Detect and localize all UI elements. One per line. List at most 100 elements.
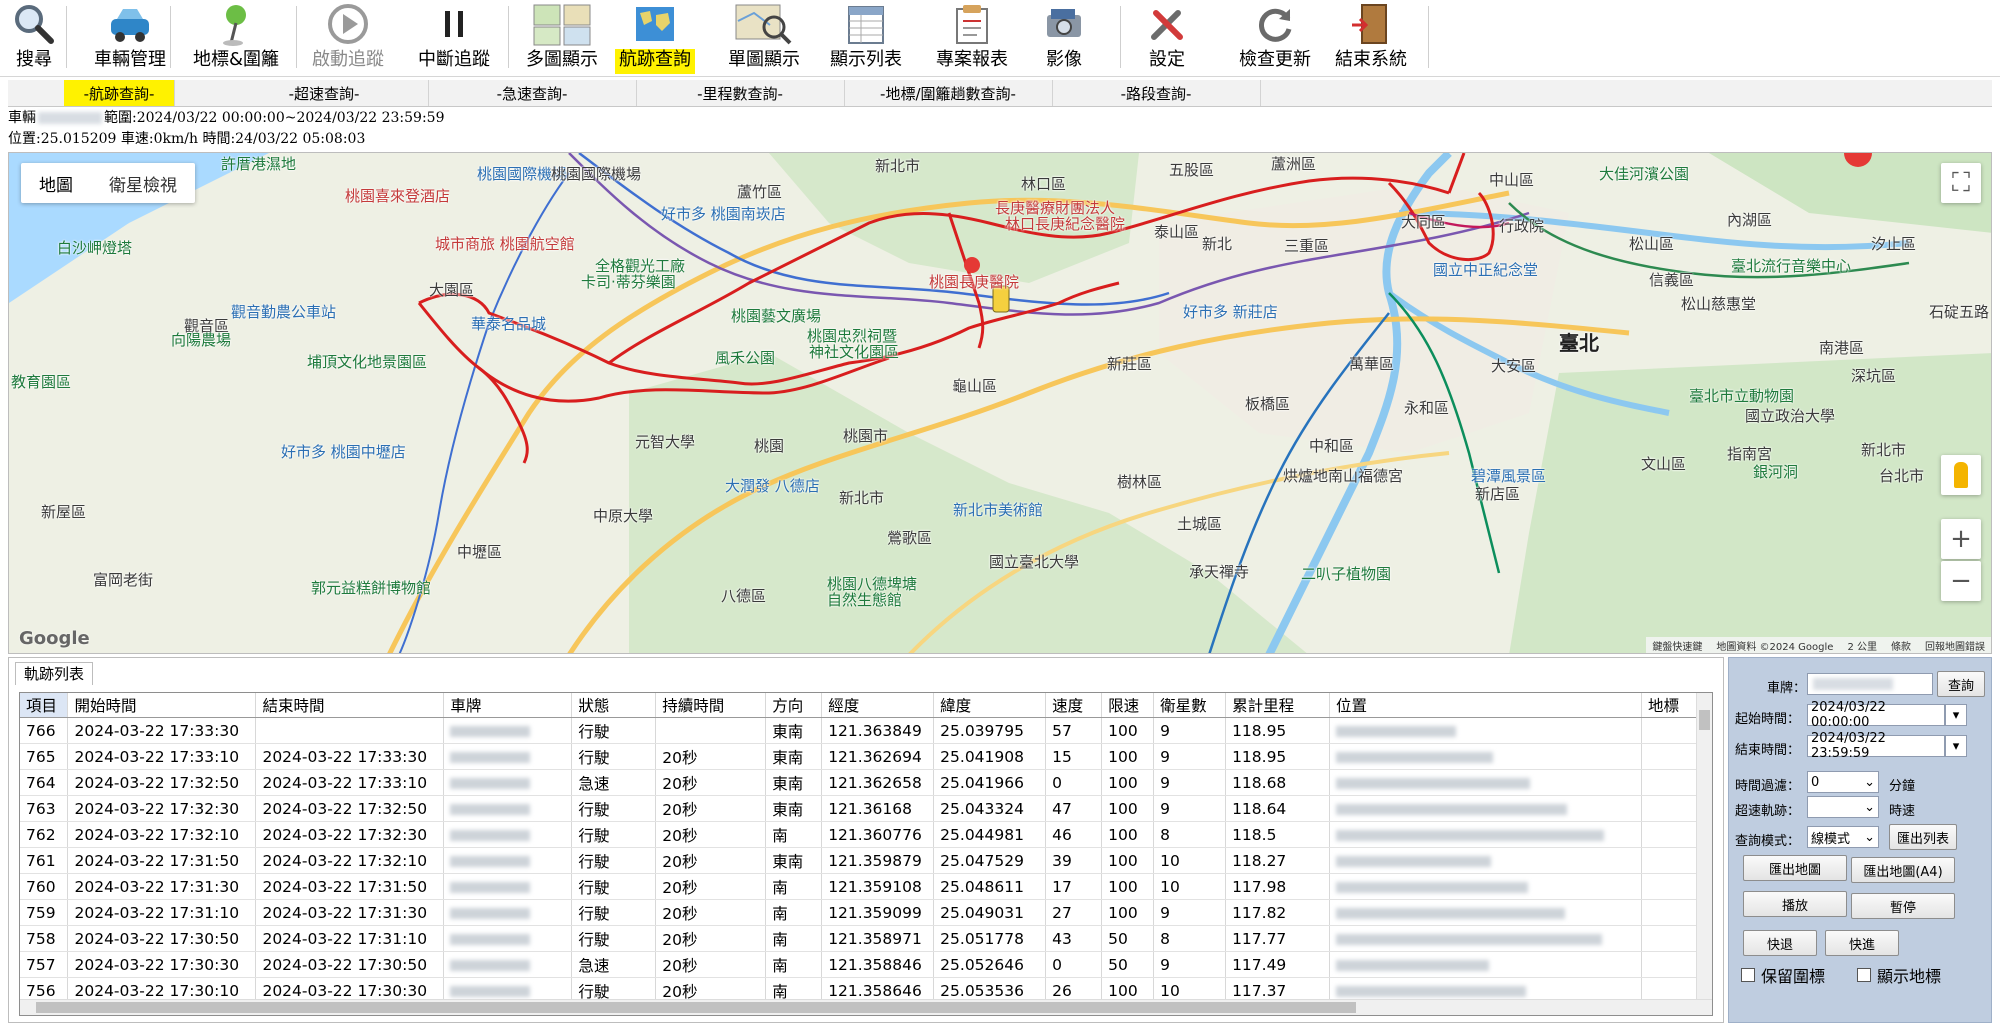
tab-2[interactable]: -急速查詢-: [428, 80, 637, 106]
map-label: 桃園長庚醫院: [929, 273, 1020, 291]
pause-button[interactable]: 暫停: [1851, 893, 1955, 919]
fast-forward-button[interactable]: 快進: [1825, 930, 1899, 956]
map-type-roadmap[interactable]: 地圖: [21, 163, 91, 203]
toolbar-button-4[interactable]: 中斷追蹤: [408, 0, 500, 74]
map-label: 三重區: [1284, 237, 1330, 255]
table-cell: 100: [1101, 821, 1155, 848]
report-error-link[interactable]: 回報地圖錯誤: [1925, 638, 1985, 653]
track-info: 車輛 範圍:2024/03/22 00:00:00~2024/03/22 23:5…: [8, 108, 1992, 152]
table-row[interactable]: 760 2024-03-22 17:31:30 2024-03-22 17:31:5…: [20, 873, 1712, 900]
rewind-button[interactable]: 快退: [1743, 930, 1817, 956]
toolbar-button-5[interactable]: 多圖顯示: [516, 0, 608, 74]
start-time-input[interactable]: 2024/03/22 00:00:00: [1807, 700, 1945, 730]
horizontal-scroll-thumb[interactable]: [36, 1002, 1356, 1013]
horizontal-scrollbar[interactable]: [20, 999, 1712, 1015]
column-header[interactable]: 速度: [1045, 693, 1103, 718]
show-landmark-checkbox[interactable]: 顯示地標: [1857, 963, 1941, 987]
table-cell: 117.82: [1225, 899, 1330, 926]
checkbox-box: [1741, 968, 1755, 982]
column-header[interactable]: 累計里程: [1225, 693, 1330, 718]
column-header[interactable]: 衛星數: [1153, 693, 1227, 718]
query-button[interactable]: 查詢: [1937, 671, 1985, 697]
tab-5[interactable]: -路段查詢-: [1052, 80, 1261, 106]
column-header[interactable]: 狀態: [571, 693, 657, 718]
column-header[interactable]: 位置: [1329, 693, 1642, 718]
toolbar-button-11[interactable]: 設定: [1130, 0, 1204, 74]
table-cell: 25.039795: [933, 717, 1047, 744]
column-header[interactable]: 結束時間: [255, 693, 445, 718]
toolbar-button-1[interactable]: 車輛管理: [80, 0, 180, 74]
end-time-input[interactable]: 2024/03/22 23:59:59: [1807, 731, 1945, 761]
track-grid[interactable]: 項目 開始時間 結束時間 車牌 狀態 持續時間 方向 經度 緯度 速度 限速 衛星數 累計里程 位置 地標 …: [19, 692, 1713, 1016]
column-header[interactable]: 持續時間: [655, 693, 767, 718]
table-row[interactable]: 762 2024-03-22 17:32:10 2024-03-22 17:32:3…: [20, 821, 1712, 848]
toolbar-button-13[interactable]: 結束系統: [1330, 0, 1412, 74]
toolbar-button-10[interactable]: 影像: [1036, 0, 1092, 74]
play-button[interactable]: 播放: [1743, 891, 1847, 917]
export-list-button[interactable]: 匯出列表: [1889, 824, 1957, 850]
table-row[interactable]: 764 2024-03-22 17:32:50 2024-03-22 17:33:1…: [20, 769, 1712, 796]
map-label: 城市商旅 桃園航空館: [435, 235, 575, 253]
table-cell: 0: [1045, 769, 1103, 796]
keep-fence-checkbox[interactable]: 保留圍標: [1741, 963, 1825, 987]
query-mode-select[interactable]: 線模式 ⌄: [1807, 826, 1879, 848]
table-row[interactable]: 763 2024-03-22 17:32:30 2024-03-22 17:32:5…: [20, 795, 1712, 822]
column-header[interactable]: 項目: [20, 693, 69, 718]
map-type-satellite[interactable]: 衛星檢視: [91, 163, 195, 203]
toolbar-button-6[interactable]: 航跡查詢: [610, 0, 700, 74]
column-header[interactable]: 限速: [1101, 693, 1155, 718]
column-header[interactable]: 車牌: [443, 693, 573, 718]
column-header[interactable]: 經度: [821, 693, 935, 718]
map-label: 文山區: [1641, 455, 1687, 473]
tab-1[interactable]: -超速查詢-: [220, 80, 429, 106]
vertical-scroll-thumb[interactable]: [1699, 710, 1710, 730]
track-line-7: [1447, 153, 1466, 194]
toolbar-button-7[interactable]: 單圖顯示: [722, 0, 806, 74]
time-filter-select[interactable]: 0 ⌄: [1807, 771, 1879, 793]
zoom-in-button[interactable]: +: [1941, 519, 1981, 559]
export-map-a4-button[interactable]: 匯出地圖(A4): [1851, 857, 1955, 883]
toolbar-button-0[interactable]: 搜尋: [10, 0, 58, 74]
start-calendar-icon[interactable]: ▾: [1945, 704, 1967, 726]
tab-4[interactable]: -地標/圍籬趟數查詢-: [844, 80, 1053, 106]
toolbar-button-label: 車輛管理: [94, 49, 166, 70]
terms-link[interactable]: 條款: [1891, 638, 1911, 653]
table-cell: 121.359108: [821, 873, 935, 900]
table-row[interactable]: 757 2024-03-22 17:30:30 2024-03-22 17:30:5…: [20, 951, 1712, 978]
overspeed-select[interactable]: ⌄: [1807, 796, 1879, 818]
table-row[interactable]: 758 2024-03-22 17:30:50 2024-03-22 17:31:1…: [20, 925, 1712, 952]
toolbar-separator: [508, 6, 509, 68]
keyboard-shortcuts-link[interactable]: 鍵盤快速鍵: [1652, 638, 1702, 653]
map-view[interactable]: 蘆竹區 大園區 觀音區 新屋區 中壢區 桃園 八德區 龜山區 新莊區 新北 三重區 中山區 內湖區 汐止區…: [8, 152, 1992, 654]
table-row[interactable]: 765 2024-03-22 17:33:10 2024-03-22 17:33:3…: [20, 743, 1712, 770]
column-header[interactable]: 緯度: [933, 693, 1047, 718]
plate-input[interactable]: [1807, 673, 1933, 695]
plate-blur: [450, 751, 531, 763]
track-list-tab[interactable]: 軌跡列表: [15, 662, 94, 685]
table-cell: 行駛: [571, 743, 657, 770]
end-calendar-icon[interactable]: ▾: [1945, 735, 1967, 757]
table-row[interactable]: 759 2024-03-22 17:31:10 2024-03-22 17:31:3…: [20, 899, 1712, 926]
world-map-icon: [632, 1, 678, 47]
table-row[interactable]: 766 2024-03-22 17:33:30 行駛 東南 121.363849 25.0…: [20, 717, 1712, 744]
toolbar-button-9[interactable]: 專案報表: [926, 0, 1018, 74]
tab-3[interactable]: -里程數查詢-: [636, 80, 845, 106]
toolbar-button-2[interactable]: 地標&圍籬: [180, 0, 292, 74]
toolbar-button-12[interactable]: 檢查更新: [1230, 0, 1320, 74]
fullscreen-icon[interactable]: ⛶: [1941, 163, 1981, 203]
zoom-out-button[interactable]: −: [1941, 561, 1981, 601]
table-cell: [443, 821, 573, 848]
table-row[interactable]: 761 2024-03-22 17:31:50 2024-03-22 17:32:1…: [20, 847, 1712, 874]
map-label: 富岡老街: [93, 571, 154, 589]
map-footer: 鍵盤快速鍵 地圖資料 ©2024 Google 2 公里 條款 回報地圖錯誤: [1646, 637, 1991, 653]
toolbar-button-8[interactable]: 顯示列表: [822, 0, 910, 74]
tab-0[interactable]: -航跡查詢-: [64, 80, 175, 106]
location-blur: [1336, 829, 1604, 841]
export-map-button[interactable]: 匯出地圖: [1743, 855, 1847, 881]
map-label: 許厝港濕地: [221, 155, 297, 173]
vertical-scrollbar[interactable]: [1696, 693, 1712, 999]
pegman-icon[interactable]: [1941, 455, 1981, 495]
start-time-label: 起始時間：: [1735, 712, 1801, 727]
column-header[interactable]: 方向: [765, 693, 823, 718]
column-header[interactable]: 開始時間: [67, 693, 257, 718]
